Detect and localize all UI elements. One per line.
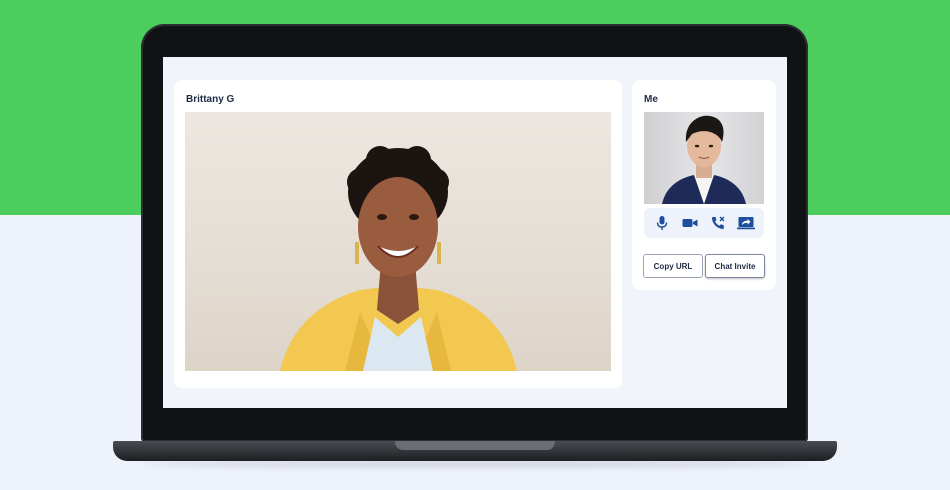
copy-url-button[interactable]: Copy URL [643, 254, 703, 278]
camera-button[interactable] [679, 212, 701, 234]
remote-participant-panel: Brittany G [174, 80, 622, 388]
self-label: Me [644, 94, 658, 105]
video-camera-icon [682, 219, 698, 227]
screen-share-button[interactable] [735, 212, 757, 234]
remote-video-feed[interactable] [185, 112, 611, 371]
laptop-screen: Brittany G Me Copy URL Chat Invite [163, 57, 787, 408]
self-panel: Me Copy URL Chat Invite [632, 80, 776, 290]
end-call-button[interactable] [707, 212, 729, 234]
self-person-image [662, 115, 746, 204]
remote-participant-name: Brittany G [186, 94, 235, 105]
call-controls [644, 208, 764, 238]
self-video-feed[interactable] [644, 112, 764, 204]
chat-invite-button[interactable]: Chat Invite [705, 254, 765, 278]
end-call-icon [712, 216, 725, 229]
microphone-button[interactable] [651, 212, 673, 234]
screen-share-icon [737, 217, 755, 230]
action-buttons: Copy URL Chat Invite [643, 254, 765, 278]
remote-person-image [280, 146, 517, 371]
laptop-shadow [140, 460, 810, 468]
microphone-icon [656, 216, 668, 230]
laptop-base-notch [395, 441, 555, 450]
